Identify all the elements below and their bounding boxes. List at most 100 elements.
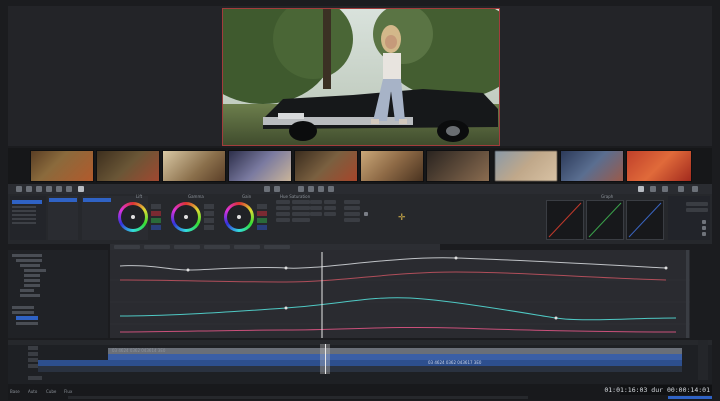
status-strip [68,396,528,399]
view-toggle-icon[interactable] [638,186,644,192]
red-graph[interactable] [546,200,584,240]
status-bar: Base Auto Cube Flux 01:01:16:03 dur 00:0… [8,384,712,400]
lift-wheel[interactable] [118,202,148,232]
tree-item[interactable] [12,254,42,257]
extra-controls [344,200,374,230]
lift-values [151,204,161,232]
timeline-ruler[interactable] [8,340,712,345]
timecode: 01:01:16:03 dur 00:00:14:01 [604,386,710,394]
track-label [28,352,38,356]
color-panel: Lift Gamma Gain Hue Saturation ✛ Graph [8,194,712,244]
layer-item[interactable] [12,210,36,212]
curve-scrollbar[interactable] [686,250,689,338]
viewer-frame[interactable] [222,8,500,146]
blend-panel [668,196,710,240]
graph-label: Graph [601,194,614,199]
layer-item[interactable] [12,206,36,208]
sublayer-list [48,196,78,240]
clip-thumbnail[interactable] [426,150,490,182]
status-item[interactable]: Cube [46,390,56,394]
tree-item[interactable] [24,269,46,272]
timeline-control[interactable] [28,376,42,380]
tool-icon[interactable] [36,186,42,192]
sublayer-selected[interactable] [49,198,77,202]
clip-thumbnail[interactable] [560,150,624,182]
layer-item[interactable] [12,214,36,216]
clip-thumbnail[interactable] [96,150,160,182]
gamma-wheel[interactable] [171,202,201,232]
saturation-controls [310,200,340,230]
picker-crosshair-icon[interactable]: ✛ [398,214,406,223]
clip-thumbnail[interactable] [360,150,424,182]
hue-saturation-label: Hue Saturation [280,194,311,199]
clip-name-primary: 03 4624 0362 043614 3E0 [112,348,166,353]
layer-item[interactable] [12,218,36,220]
tree-item-selected[interactable] [16,316,38,320]
gain-values [257,204,267,232]
tool-icon[interactable] [46,186,52,192]
blue-graph[interactable] [626,200,664,240]
tool-icon[interactable] [16,186,22,192]
play-icon[interactable] [298,186,304,192]
view-toggle-icon[interactable] [650,186,656,192]
layer-list [10,196,46,240]
selected-tool-icon[interactable] [78,186,84,192]
track-label [28,364,38,368]
gamma-label: Gamma [188,194,204,199]
tree-item[interactable] [12,306,34,309]
skip-back-icon[interactable] [264,186,270,192]
step-forward-icon[interactable] [318,186,324,192]
status-item[interactable]: Auto [28,390,37,394]
lift-label: Lift [136,194,143,199]
tree-item[interactable] [20,294,40,297]
tree-item[interactable] [20,264,40,267]
curve-editor[interactable] [110,250,690,338]
stop-icon[interactable] [308,186,314,192]
tree-item[interactable] [24,279,40,282]
curve-graph [110,252,690,338]
gain-label: Gain [242,194,252,199]
settings-icon[interactable] [678,186,684,192]
tree-item[interactable] [12,311,34,314]
tool-icon[interactable] [56,186,62,192]
green-graph[interactable] [586,200,624,240]
layer-selected[interactable] [12,200,42,204]
menu-icon[interactable] [692,186,698,192]
app-window: Lift Gamma Gain Hue Saturation ✛ Graph 0… [0,0,720,401]
clip-thumbnail[interactable] [294,150,358,182]
timeline-side-panel [698,340,708,380]
layer-item[interactable] [12,222,36,224]
step-back-icon[interactable] [274,186,280,192]
gain-wheel[interactable] [224,202,254,232]
clip-thumbnail[interactable] [626,150,692,182]
timecode-display: 01:01:16:03 dur 00:00:14:01 [604,385,712,395]
mode-selected[interactable] [83,198,111,202]
layer-tree [8,250,108,338]
clip-thumbnail[interactable] [162,150,226,182]
view-toggle-icon[interactable] [662,186,668,192]
viewer-scene [223,9,499,145]
tool-icon[interactable] [26,186,32,192]
clip-thumbnail[interactable] [228,150,292,182]
timeline: 03 4624 0362 043614 3E0 03 4624 0362 043… [8,340,712,384]
audio-track[interactable] [38,366,682,372]
track-label [28,358,38,362]
clip-name-secondary: 03 4624 0362 043617 3E0 [428,360,482,365]
clip-thumbnail-strip [8,148,712,184]
track-label [28,346,38,350]
gamma-values [204,204,214,232]
mode-list [82,196,112,240]
tree-item[interactable] [20,289,34,292]
skip-forward-icon[interactable] [328,186,334,192]
tree-item[interactable] [24,284,40,287]
status-item[interactable]: Flux [64,390,72,394]
tree-item[interactable] [16,259,42,262]
playhead[interactable] [325,344,326,374]
status-item[interactable]: Base [10,390,20,394]
tool-icon[interactable] [66,186,72,192]
status-progress [668,396,712,399]
tree-item[interactable] [24,274,40,277]
clip-thumbnail[interactable] [494,150,558,182]
tree-item[interactable] [16,322,38,325]
clip-thumbnail[interactable] [30,150,94,182]
